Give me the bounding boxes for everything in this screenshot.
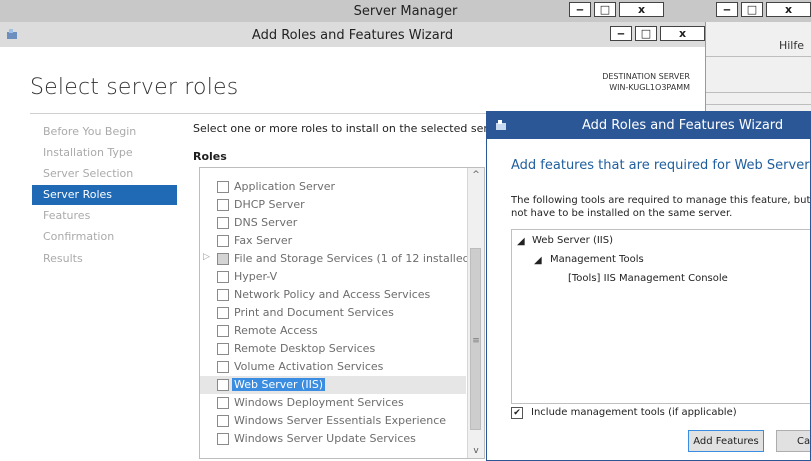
role-checkbox[interactable]	[217, 361, 229, 373]
role-checkbox[interactable]	[217, 217, 229, 229]
role-checkbox[interactable]	[217, 415, 229, 427]
expand-arrow-icon[interactable]: ▷	[203, 252, 210, 262]
list-item[interactable]: Hyper-V	[200, 268, 466, 286]
wizard-app-icon	[496, 120, 506, 130]
close-icon[interactable]: x	[619, 2, 664, 17]
scroll-grip-icon: ≡	[472, 336, 480, 346]
maximize-icon[interactable]: □	[741, 2, 763, 17]
role-checkbox[interactable]	[217, 181, 229, 193]
role-checkbox[interactable]	[217, 289, 229, 301]
tree-item-web-server[interactable]: Web Server (IIS)	[532, 235, 613, 246]
roles-list[interactable]: Application Server DHCP Server DNS Serve…	[199, 167, 485, 459]
nav-results[interactable]: Results	[43, 252, 83, 265]
wizard-title: Add Roles and Features Wizard	[251, 28, 454, 43]
nav-features[interactable]: Features	[43, 209, 90, 222]
list-item[interactable]: Network Policy and Access Services	[200, 286, 466, 304]
minimize-icon[interactable]: ‒	[610, 26, 632, 41]
scroll-up-icon[interactable]: ^	[468, 170, 484, 180]
nav-installation-type[interactable]: Installation Type	[43, 146, 133, 159]
add-features-dialog: Add Roles and Features Wizard Add featur…	[486, 111, 811, 461]
nav-confirmation[interactable]: Confirmation	[43, 230, 114, 243]
collapse-arrow-icon[interactable]: ◢	[517, 236, 525, 247]
role-checkbox[interactable]	[217, 343, 229, 355]
roles-scrollbar[interactable]: ^ ≡ v	[467, 168, 484, 458]
minimize-icon[interactable]: ‒	[716, 2, 738, 17]
list-item[interactable]: Remote Desktop Services	[200, 340, 466, 358]
role-checkbox[interactable]	[217, 307, 229, 319]
nav-server-roles-label: Server Roles	[43, 188, 113, 201]
list-item[interactable]: Application Server	[200, 178, 466, 196]
destination-label: DESTINATION SERVER	[602, 72, 690, 81]
nav-before-you-begin[interactable]: Before You Begin	[43, 125, 136, 138]
list-item[interactable]: Remote Access	[200, 322, 466, 340]
maximize-icon[interactable]: □	[635, 26, 657, 41]
checkbox-checked-icon[interactable]: ✔	[511, 407, 523, 419]
add-features-button[interactable]: Add Features	[688, 430, 764, 452]
list-item[interactable]: DNS Server	[200, 214, 466, 232]
close-icon[interactable]: x	[660, 26, 705, 41]
list-item[interactable]: Volume Activation Services	[200, 358, 466, 376]
destination-server-info: DESTINATION SERVER WIN-KUGL1O3PAMM	[560, 71, 690, 93]
collapse-arrow-icon[interactable]: ◢	[534, 255, 542, 266]
required-features-tree[interactable]: ◢ Web Server (IIS) ◢ Management Tools [T…	[511, 229, 810, 404]
role-checkbox[interactable]	[217, 325, 229, 337]
page-title: Select server roles	[30, 75, 239, 100]
role-checkbox[interactable]	[217, 433, 229, 445]
role-checkbox[interactable]	[217, 253, 229, 265]
dialog-title: Add Roles and Features Wizard	[582, 118, 784, 133]
list-item[interactable]: ▷ File and Storage Services (1 of 12 inst…	[200, 250, 474, 268]
nav-server-roles[interactable]: Server Roles	[32, 185, 177, 205]
list-item[interactable]: DHCP Server	[200, 196, 466, 214]
instruction-text: Select one or more roles to install on t…	[193, 122, 509, 135]
list-item-selected[interactable]: Web Server (IIS)	[200, 376, 466, 394]
close-icon[interactable]: x	[766, 2, 811, 17]
include-tools-label: Include management tools (if applicable)	[531, 407, 737, 418]
tree-item-management-tools[interactable]: Management Tools	[550, 254, 644, 265]
wizard-titlebar: Add Roles and Features Wizard ‒ □ x	[0, 22, 705, 47]
role-checkbox[interactable]	[217, 271, 229, 283]
dialog-titlebar: Add Roles and Features Wizard	[487, 112, 810, 139]
server-manager-title: Server Manager	[353, 4, 458, 19]
dialog-description: The following tools are required to mana…	[511, 195, 811, 219]
server-manager-titlebar: Server Manager ‒ □ x ‒ □ x	[0, 0, 811, 22]
list-item[interactable]: Windows Server Update Services	[200, 430, 466, 448]
role-checkbox[interactable]	[217, 199, 229, 211]
list-item[interactable]: Print and Document Services	[200, 304, 466, 322]
role-checkbox[interactable]	[217, 397, 229, 409]
list-item[interactable]: Windows Server Essentials Experience	[200, 412, 466, 430]
minimize-icon[interactable]: ‒	[569, 2, 591, 17]
role-checkbox[interactable]	[217, 379, 229, 391]
nav-server-selection[interactable]: Server Selection	[43, 167, 133, 180]
dialog-heading: Add features that are required for Web S…	[511, 158, 810, 173]
destination-server-name: WIN-KUGL1O3PAMM	[609, 83, 690, 92]
role-checkbox[interactable]	[217, 235, 229, 247]
cancel-button[interactable]: Cancel	[776, 430, 810, 452]
tree-item-iis-console[interactable]: [Tools] IIS Management Console	[568, 273, 728, 284]
help-menu[interactable]: Hilfe	[779, 39, 804, 52]
scroll-down-icon[interactable]: v	[468, 446, 484, 456]
list-item[interactable]: Fax Server	[200, 232, 466, 250]
roles-heading: Roles	[193, 150, 227, 163]
list-item[interactable]: Windows Deployment Services	[200, 394, 466, 412]
maximize-icon[interactable]: □	[594, 2, 616, 17]
